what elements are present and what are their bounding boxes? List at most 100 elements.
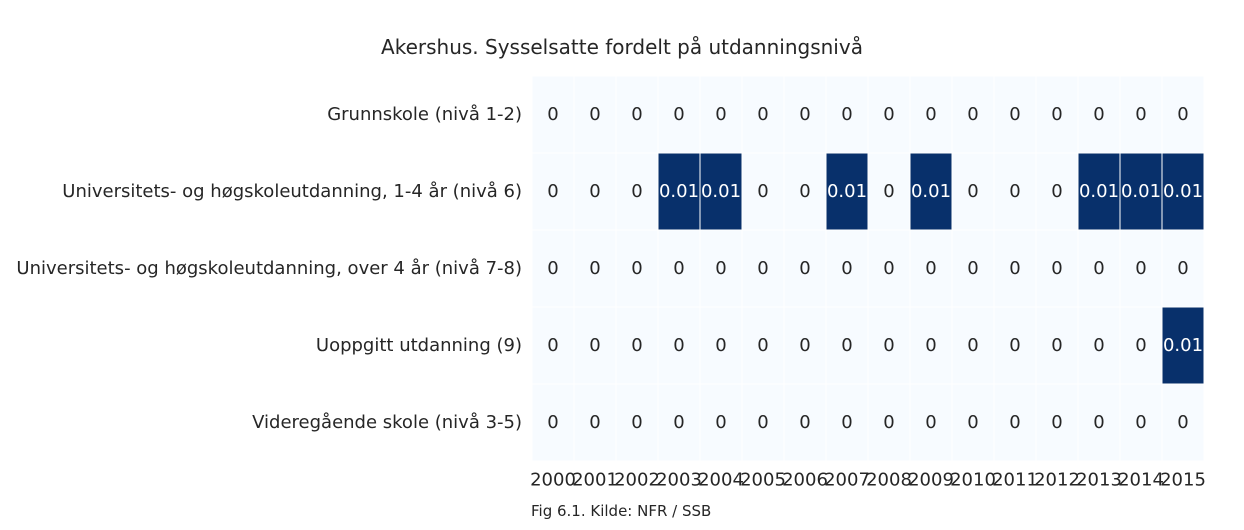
cell-value-label: 0 [589,412,600,433]
cell-value-label: 0 [589,181,600,202]
row-label: Universitets- og høgskoleutdanning, 1-4 … [62,181,522,202]
column-label: 2001 [572,470,618,491]
cell-value-label: 0 [967,258,978,279]
cell-value-label: 0 [589,104,600,125]
cell-value-label: 0 [1051,181,1062,202]
cell-value-label: 0 [1093,335,1104,356]
row-labels: Grunnskole (nivå 1-2) Universitets- og hø… [16,104,522,433]
column-label: 2008 [866,470,912,491]
cell-value-label: 0.01 [659,181,699,202]
cell-value-label: 0 [925,104,936,125]
cell-value-label: 0.01 [701,181,741,202]
cell-value-label: 0 [673,335,684,356]
cell-value-label: 0 [631,104,642,125]
column-labels: 2000200120022003200420052006200720082009… [530,470,1206,491]
heatmap-chart: 0 0 0 0 0 0 0 0 0 0 0 0 0 0 0 00 0 0 0.01 0.01 0 0 0.01 0 0.01 0 0… [16,75,1206,491]
cell-value-label: 0 [589,335,600,356]
cell-value-label: 0.01 [1163,335,1203,356]
cell-value-label: 0 [883,335,894,356]
column-label: 2015 [1160,470,1206,491]
column-label: 2014 [1118,470,1164,491]
column-label: 2007 [824,470,870,491]
cell-value-label: 0.01 [1163,181,1203,202]
cell-value-label: 0 [883,258,894,279]
cell-value-label: 0 [631,412,642,433]
cell-value-label: 0 [1177,412,1188,433]
cell-value-label: 0 [1135,258,1146,279]
cell-value-label: 0 [757,104,768,125]
cell-value-label: 0 [799,181,810,202]
cell-value-label: 0 [547,335,558,356]
cell-value-label: 0 [841,412,852,433]
cell-value-label: 0 [1135,104,1146,125]
cell-value-label: 0 [1093,258,1104,279]
cell-value-label: 0.01 [1121,181,1161,202]
cell-value-label: 0 [799,335,810,356]
cell-value-label: 0 [1009,335,1020,356]
cell-value-label: 0.01 [827,181,867,202]
cell-value-label: 0 [799,104,810,125]
cell-value-label: 0 [547,181,558,202]
cell-value-label: 0 [967,181,978,202]
cell-value-label: 0 [799,412,810,433]
cell-value-label: 0 [547,104,558,125]
cell-value-label: 0 [589,258,600,279]
cell-value-label: 0 [547,258,558,279]
cell-value-label: 0 [1135,412,1146,433]
cell-value-label: 0 [757,335,768,356]
cell-value-label: 0 [715,258,726,279]
row-label: Universitets- og høgskoleutdanning, over… [16,258,522,279]
cell-value-label: 0 [883,412,894,433]
column-label: 2002 [614,470,660,491]
cell-value-label: 0 [799,258,810,279]
cell-value-label: 0 [1135,335,1146,356]
cell-value-label: 0 [1009,258,1020,279]
cell-value-label: 0 [1051,258,1062,279]
cell-value-label: 0 [967,335,978,356]
cell-value-label: 0 [1177,104,1188,125]
cell-value-label: 0 [967,104,978,125]
row-label: Videregående skole (nivå 3-5) [252,412,522,433]
cell-value-label: 0 [883,104,894,125]
cell-value-label: 0 [1051,335,1062,356]
cell-value-label: 0 [1093,104,1104,125]
cell-value-label: 0 [547,412,558,433]
cell-value-label: 0 [715,335,726,356]
column-label: 2011 [992,470,1038,491]
cell-value-label: 0 [841,335,852,356]
cell-value-label: 0 [883,181,894,202]
column-label: 2000 [530,470,576,491]
cell-value-label: 0 [631,258,642,279]
cell-value-label: 0 [757,412,768,433]
column-label: 2003 [656,470,702,491]
column-label: 2005 [740,470,786,491]
row-label: Grunnskole (nivå 1-2) [327,104,522,125]
cell-value-label: 0 [841,104,852,125]
cell-value-label: 0 [925,258,936,279]
cell-value-label: 0 [757,181,768,202]
cell-value-label: 0.01 [911,181,951,202]
cell-value-label: 0 [673,412,684,433]
figure-caption: Fig 6.1. Kilde: NFR / SSB [531,502,712,520]
cell-value-label: 0 [1093,412,1104,433]
column-label: 2013 [1076,470,1122,491]
cell-value-label: 0 [631,335,642,356]
cell-value-label: 0 [1009,181,1020,202]
cell-value-label: 0 [1051,412,1062,433]
cell-value-label: 0 [967,412,978,433]
cell-value-label: 0.01 [1079,181,1119,202]
cell-value-label: 0 [757,258,768,279]
row-label: Uoppgitt utdanning (9) [316,335,522,356]
cell-value-label: 0 [673,258,684,279]
cell-value-label: 0 [1177,258,1188,279]
cell-value-label: 0 [925,412,936,433]
cell-value-label: 0 [715,104,726,125]
column-label: 2004 [698,470,744,491]
cell-value-label: 0 [1009,104,1020,125]
cell-value-label: 0 [715,412,726,433]
cell-value-label: 0 [1051,104,1062,125]
column-label: 2009 [908,470,954,491]
cell-value-label: 0 [841,258,852,279]
cell-value-label: 0 [673,104,684,125]
column-label: 2012 [1034,470,1080,491]
